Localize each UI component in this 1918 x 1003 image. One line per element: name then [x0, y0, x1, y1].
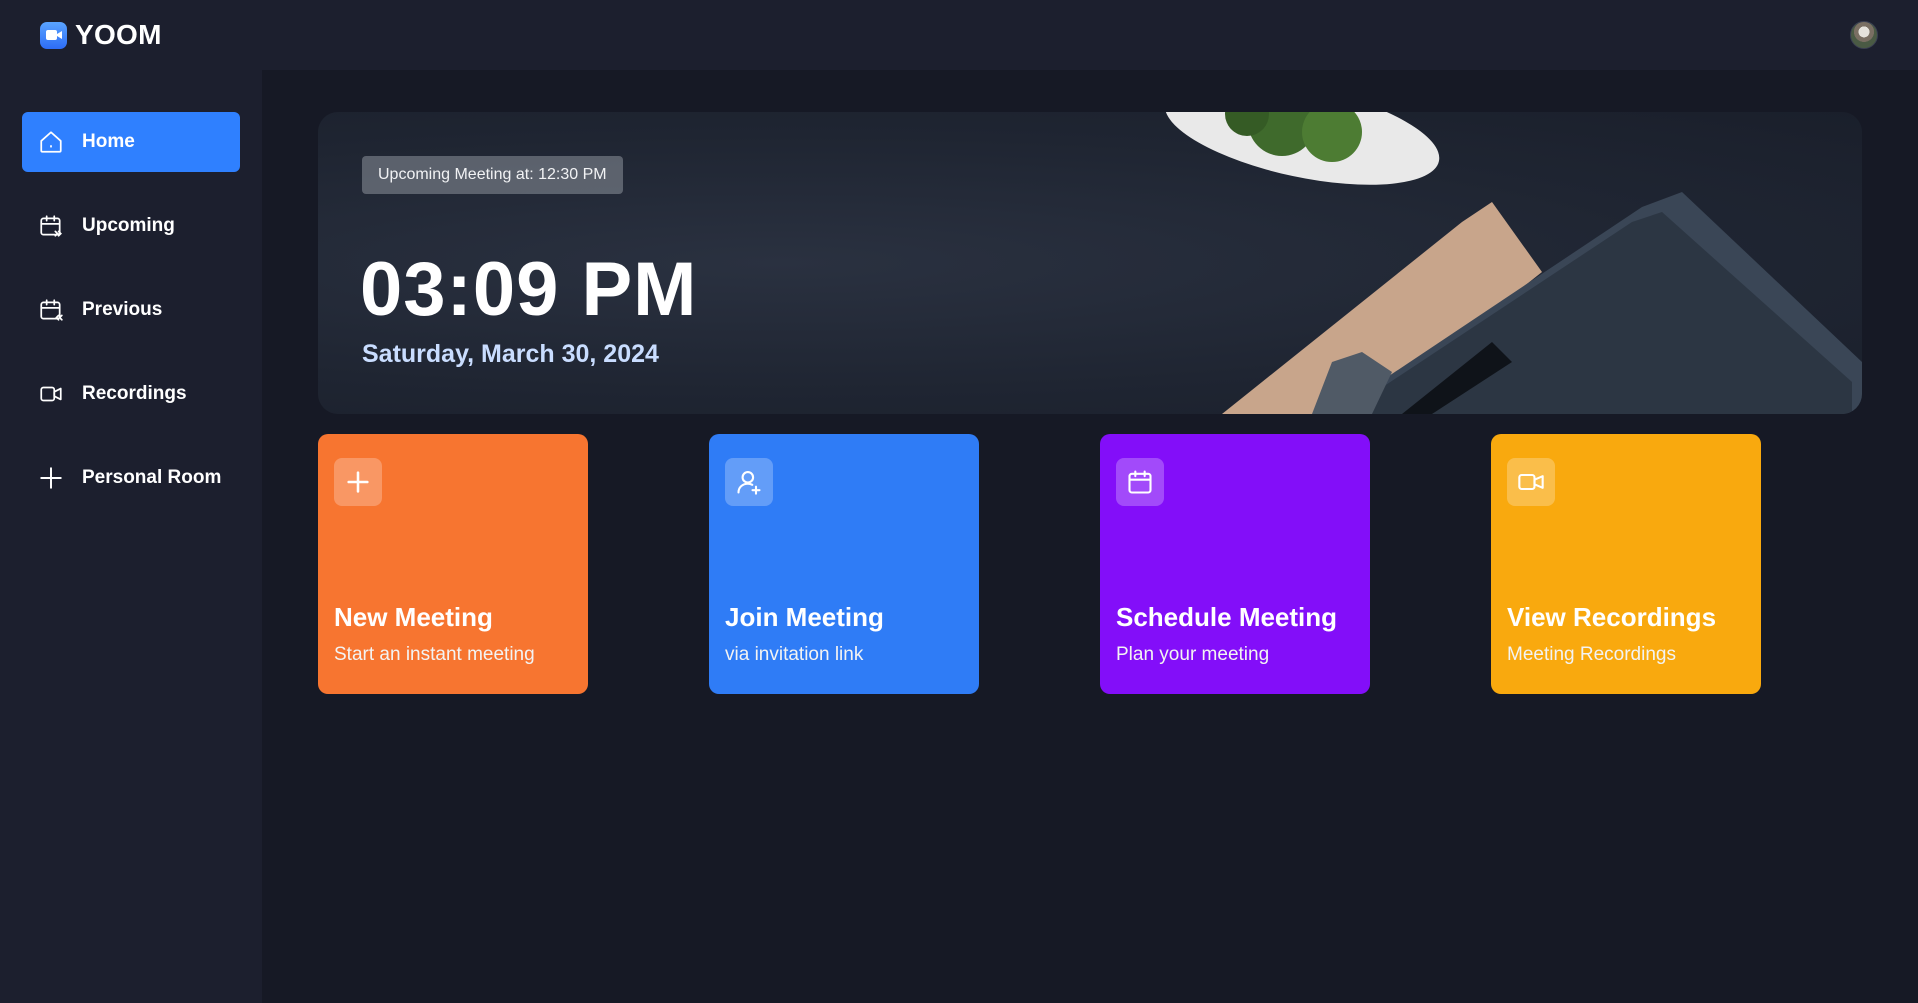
user-add-icon — [725, 458, 773, 506]
sidebar: Home Upcoming Previous Recordings Person… — [0, 70, 262, 1003]
current-time: 03:09 PM — [360, 247, 698, 332]
sidebar-item-label: Previous — [82, 299, 163, 320]
sidebar-item-label: Recordings — [82, 383, 187, 404]
card-subtitle: Start an instant meeting — [334, 644, 535, 665]
new-meeting-card[interactable]: New Meeting Start an instant meeting — [318, 434, 588, 694]
calendar-upcoming-icon — [38, 213, 64, 239]
sidebar-item-label: Home — [82, 131, 135, 152]
sidebar-item-home[interactable]: Home — [22, 112, 240, 172]
card-title: Join Meeting — [725, 602, 884, 632]
calendar-previous-icon — [38, 297, 64, 323]
user-avatar[interactable] — [1850, 21, 1878, 49]
sidebar-item-recordings[interactable]: Recordings — [22, 364, 240, 424]
sidebar-item-label: Upcoming — [82, 215, 175, 236]
action-cards: New Meeting Start an instant meeting Joi… — [318, 434, 1862, 694]
brand-name: YOOM — [75, 19, 162, 50]
view-recordings-card[interactable]: View Recordings Meeting Recordings — [1491, 434, 1761, 694]
plus-icon — [38, 465, 64, 491]
yoom-logo-icon — [40, 21, 67, 49]
home-icon — [38, 129, 64, 155]
plus-icon — [334, 458, 382, 506]
card-subtitle: Meeting Recordings — [1507, 644, 1676, 665]
card-subtitle: via invitation link — [725, 644, 864, 665]
card-subtitle: Plan your meeting — [1116, 644, 1270, 665]
brand-link[interactable]: YOOM — [40, 19, 162, 51]
hero-banner: Upcoming Meeting at: 12:30 PM 03:09 PM S… — [318, 112, 1862, 414]
app-root: YOOM Home Upcoming Previous Recordings P… — [0, 0, 1918, 1003]
top-bar: YOOM — [0, 0, 1918, 70]
join-meeting-card[interactable]: Join Meeting via invitation link — [709, 434, 979, 694]
calendar-icon — [1116, 458, 1164, 506]
desk-decoration-image — [1164, 112, 1862, 414]
card-title: View Recordings — [1507, 602, 1717, 632]
upcoming-meeting-chip: Upcoming Meeting at: 12:30 PM — [362, 156, 623, 194]
sidebar-item-upcoming[interactable]: Upcoming — [22, 196, 240, 256]
sidebar-item-previous[interactable]: Previous — [22, 280, 240, 340]
main-content: Upcoming Meeting at: 12:30 PM 03:09 PM S… — [262, 70, 1918, 1003]
sidebar-item-label: Personal Room — [82, 467, 222, 488]
current-date: Saturday, March 30, 2024 — [362, 340, 659, 368]
card-title: Schedule Meeting — [1116, 602, 1338, 632]
video-icon — [1507, 458, 1555, 506]
schedule-meeting-card[interactable]: Schedule Meeting Plan your meeting — [1100, 434, 1370, 694]
sidebar-item-personal-room[interactable]: Personal Room — [22, 448, 240, 508]
card-title: New Meeting — [334, 602, 493, 632]
video-icon — [38, 381, 64, 407]
